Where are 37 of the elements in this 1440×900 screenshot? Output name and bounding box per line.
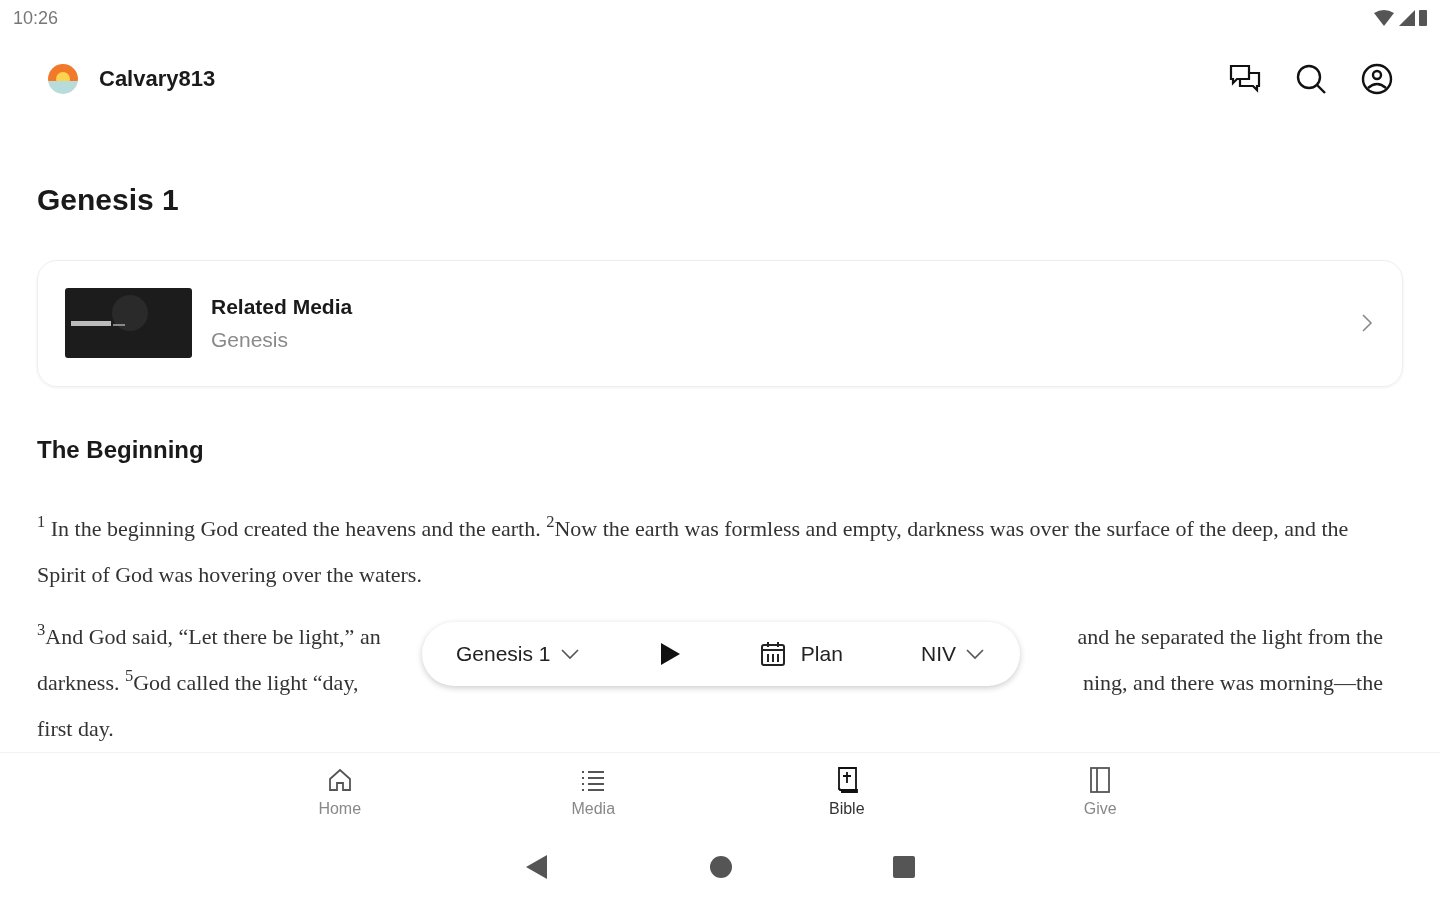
profile-button[interactable] [1360,61,1394,96]
chevron-down-icon [558,646,581,661]
calendar-icon [758,639,787,668]
profile-icon [1360,61,1394,96]
play-button[interactable] [658,641,681,666]
verse-paragraph: $^{1}$ In the beginning God created the heavens and the earth. $^{2}$Now the earth was formless and empty, darkness was over the surface of the deep, and the Spirit of God was hovering over the waters. [37,511,1350,589]
nav-tab[interactable]: Bible [720,765,974,822]
play-icon [658,641,681,666]
page-title: Genesis 1 [37,181,180,218]
related-media-card[interactable]: Related Media Genesis [37,259,1403,387]
home-circle-icon [709,854,733,879]
wifi-icon [1373,10,1395,27]
nav-tab[interactable]: Home [213,765,467,822]
version-selector[interactable]: NIV [920,630,986,677]
nav-tab[interactable]: Give [973,765,1227,822]
verse-line: and he separated the light from the [1077,622,1383,651]
verse-line: darkness. $^{5}$God called the light “day, [37,665,359,697]
card-title: Related Media [211,293,354,320]
back-icon [525,853,549,880]
plan-button[interactable]: Plan [758,630,843,677]
nav-tab[interactable]: Media [466,765,720,822]
verse-line: first day. [37,714,114,743]
home-button[interactable] [709,854,733,879]
section-heading: The Beginning [37,434,205,465]
chapter-selector[interactable]: Genesis 1 [456,630,581,677]
status-time: 10:26 [13,6,59,30]
app-name: Calvary813 [99,65,216,94]
card-subtitle: Genesis [211,327,290,354]
chevron-down-icon [964,646,986,661]
verse-line: ning, and there was morning—the [1083,668,1383,697]
logo-icon [47,62,79,95]
recents-button[interactable] [893,855,915,878]
signal-icon [1399,10,1415,27]
verse-line: $^{3}$And God said, “Let there be light,” an [37,619,381,651]
back-button[interactable] [525,853,549,880]
recents-icon [893,855,915,878]
battery-icon [1419,10,1427,27]
